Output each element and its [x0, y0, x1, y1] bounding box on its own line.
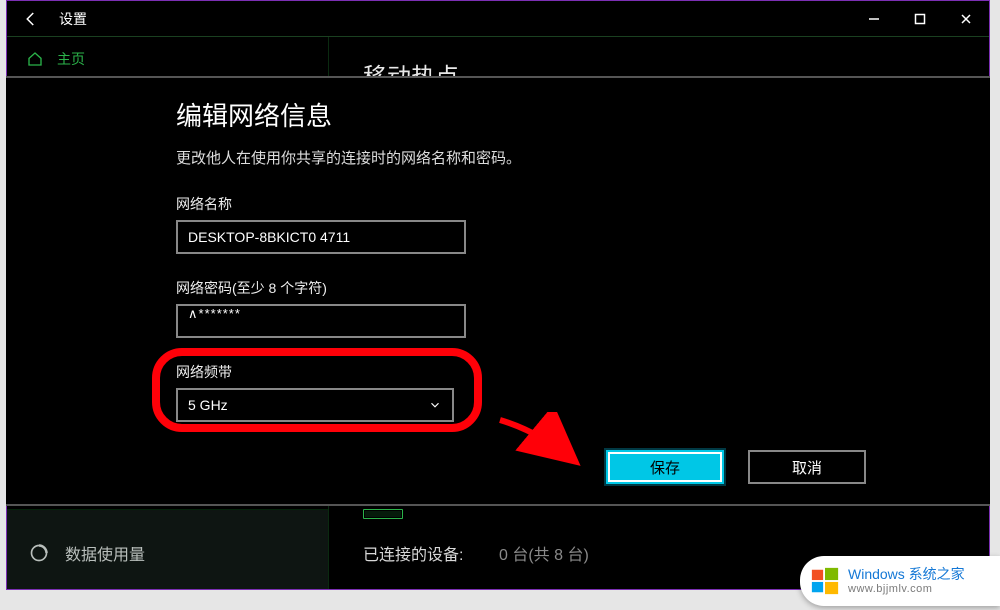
network-name-field: 网络名称	[176, 194, 870, 254]
connected-devices-label: 已连接的设备:	[363, 541, 463, 565]
dialog-description: 更改他人在使用你共享的连接时的网络名称和密码。	[176, 147, 870, 168]
sidebar-home-label: 主页	[57, 49, 85, 69]
sidebar-item-data-usage[interactable]: 数据使用量	[7, 529, 328, 577]
network-name-label: 网络名称	[176, 194, 870, 214]
titlebar: 设置	[7, 1, 989, 37]
network-band-value: 5 GHz	[188, 397, 228, 413]
watermark-brand: Windows 系统之家	[848, 566, 965, 583]
window-controls	[851, 1, 989, 37]
home-icon	[27, 51, 43, 67]
network-band-label: 网络频带	[176, 362, 870, 382]
sidebar-item-home[interactable]: 主页	[7, 37, 328, 81]
network-password-field: 网络密码(至少 8 个字符) ∧*******	[176, 278, 870, 338]
maximize-button[interactable]	[897, 1, 943, 37]
minimize-icon	[868, 13, 880, 25]
network-band-field: 网络频带 5 GHz	[176, 362, 870, 422]
sidebar-separator	[7, 509, 328, 510]
network-password-label: 网络密码(至少 8 个字符)	[176, 278, 870, 298]
cancel-button[interactable]: 取消	[748, 450, 866, 484]
close-button[interactable]	[943, 1, 989, 37]
windows-logo-icon	[810, 566, 840, 596]
minimize-button[interactable]	[851, 1, 897, 37]
back-button[interactable]	[7, 1, 55, 37]
connected-devices-count: 0 台(共 8 台)	[499, 541, 589, 565]
save-button[interactable]: 保存	[606, 450, 724, 484]
network-password-input[interactable]: ∧*******	[176, 304, 466, 338]
window-title: 设置	[55, 9, 87, 29]
dialog-title: 编辑网络信息	[176, 96, 870, 133]
dialog-buttons: 保存 取消	[606, 450, 866, 484]
network-band-select[interactable]: 5 GHz	[176, 388, 454, 422]
chevron-down-icon	[428, 398, 442, 412]
watermark-url: www.bjjmlv.com	[848, 583, 965, 596]
sidebar-bottom-panel: 数据使用量	[7, 509, 328, 589]
arrow-left-icon	[22, 10, 40, 28]
data-usage-label: 数据使用量	[65, 541, 145, 565]
watermark-text: Windows 系统之家 www.bjjmlv.com	[848, 566, 965, 596]
close-icon	[960, 13, 972, 25]
network-name-input[interactable]	[176, 220, 466, 254]
hotspot-progress	[363, 509, 403, 519]
watermark: Windows 系统之家 www.bjjmlv.com	[800, 556, 1000, 606]
edit-network-dialog: 编辑网络信息 更改他人在使用你共享的连接时的网络名称和密码。 网络名称 网络密码…	[6, 76, 990, 506]
dialog-body: 编辑网络信息 更改他人在使用你共享的连接时的网络名称和密码。 网络名称 网络密码…	[176, 96, 870, 490]
data-usage-icon	[29, 543, 49, 563]
maximize-icon	[914, 13, 926, 25]
